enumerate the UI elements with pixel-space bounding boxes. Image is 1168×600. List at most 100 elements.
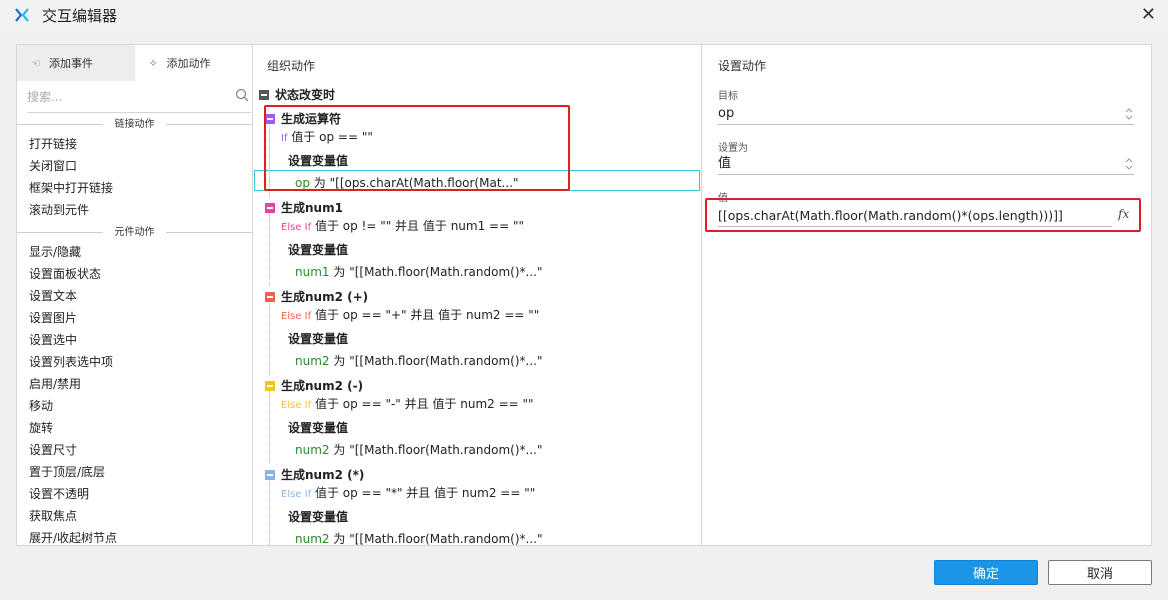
- variable-value: "[[Math.floor(Math.random()*...": [349, 354, 543, 368]
- variable-value: "[[Math.floor(Math.random()*...": [349, 532, 543, 545]
- list-item[interactable]: 启用/禁用: [17, 373, 252, 395]
- updown-icon[interactable]: [1124, 155, 1134, 173]
- configure-action-header: 设置动作: [718, 59, 767, 73]
- title-bar: 交互编辑器 ✕: [0, 0, 1168, 30]
- tree-guide: [269, 298, 270, 375]
- list-item[interactable]: 设置面板状态: [17, 263, 252, 285]
- search-box[interactable]: 搜索...: [27, 81, 251, 113]
- tab-add-action-label: 添加动作: [166, 57, 211, 70]
- organize-actions-header: 组织动作: [267, 59, 316, 73]
- list-item[interactable]: 设置列表选中项: [17, 351, 252, 373]
- target-select[interactable]: op: [718, 103, 1134, 125]
- condition-keyword: Else If: [281, 489, 312, 500]
- link-actions-list: 打开链接 关闭窗口 框架中打开链接 滚动到元件: [17, 133, 252, 221]
- collapse-icon[interactable]: [259, 90, 269, 100]
- case-row[interactable]: 生成num1: [265, 199, 343, 216]
- action-detail[interactable]: num1 为 "[[Math.floor(Math.random()*...": [295, 263, 543, 280]
- case-name: 生成num2 (-): [281, 379, 364, 393]
- list-item[interactable]: 设置尺寸: [17, 439, 252, 461]
- case-name: 生成num1: [281, 201, 343, 215]
- group-widget-label: 元件动作: [110, 227, 159, 238]
- search-input[interactable]: 搜索...: [27, 88, 62, 105]
- action-detail[interactable]: num2 为 "[[Math.floor(Math.random()*...": [295, 352, 543, 369]
- variable-value: "[[Math.floor(Math.random()*...": [349, 265, 543, 279]
- event-row[interactable]: 状态改变时: [259, 86, 335, 103]
- action-name[interactable]: 设置变量值: [288, 330, 348, 347]
- case-row[interactable]: 生成num2 (*): [265, 466, 364, 483]
- setas-label: 设置为: [718, 143, 748, 154]
- setas-value: 值: [718, 156, 732, 171]
- condition-text: 值于 op == "-" 并且 值于 num2 == "": [314, 397, 534, 411]
- tree-guide: [269, 476, 270, 545]
- setas-select[interactable]: 值: [718, 153, 1134, 175]
- collapse-icon[interactable]: [265, 203, 275, 213]
- configure-action-panel: 设置动作 目标 op 设置为 值 值 [[ops.charAt(Math.flo…: [702, 45, 1151, 545]
- list-item[interactable]: 设置文本: [17, 285, 252, 307]
- case-name: 生成num2 (*): [281, 468, 365, 482]
- case-condition: Else If 值于 op == "+" 并且 值于 num2 == "": [281, 306, 539, 323]
- organize-actions-panel: 组织动作 状态改变时 生成运算符 If 值于 op == "" 设置变量值 op…: [253, 45, 702, 545]
- action-detail[interactable]: num2 为 "[[Math.floor(Math.random()*...": [295, 441, 543, 458]
- assign-word: 为: [333, 443, 346, 457]
- list-item[interactable]: 获取焦点: [17, 505, 252, 527]
- condition-text: 值于 op != "" 并且 值于 num1 == "": [314, 219, 525, 233]
- variable-name: num2: [295, 532, 330, 545]
- tab-add-event[interactable]: ☜ 添加事件: [17, 45, 135, 81]
- list-item[interactable]: 移动: [17, 395, 252, 417]
- updown-icon[interactable]: [1124, 105, 1134, 123]
- tab-add-action[interactable]: ✧ 添加动作: [134, 45, 252, 81]
- list-item[interactable]: 显示/隐藏: [17, 241, 252, 263]
- condition-text: 值于 op == "*" 并且 值于 num2 == "": [314, 486, 536, 500]
- event-name: 状态改变时: [275, 88, 336, 102]
- variable-value: "[[Math.floor(Math.random()*...": [349, 443, 543, 457]
- ok-button[interactable]: 确定: [934, 560, 1038, 585]
- group-title-link-actions: 链接动作: [17, 115, 252, 133]
- tree-guide: [269, 387, 270, 464]
- list-item[interactable]: 展开/收起树节点: [17, 527, 252, 545]
- library-tabs: ☜ 添加事件 ✧ 添加动作: [17, 45, 252, 81]
- list-item[interactable]: 设置选中: [17, 329, 252, 351]
- case-row[interactable]: 生成num2 (-): [265, 377, 363, 394]
- group-title-widget-actions: 元件动作: [17, 223, 252, 241]
- editor-frame: ☜ 添加事件 ✧ 添加动作 搜索... 链接动作 打开链接 关闭窗口 框架中打开…: [16, 44, 1152, 546]
- condition-keyword: Else If: [281, 311, 312, 322]
- pointer-event-icon: ☜: [31, 56, 41, 70]
- variable-name: num2: [295, 443, 330, 457]
- collapse-icon[interactable]: [265, 470, 275, 480]
- collapse-icon[interactable]: [265, 292, 275, 302]
- action-detail[interactable]: num2 为 "[[Math.floor(Math.random()*...": [295, 530, 543, 545]
- cancel-button[interactable]: 取消: [1048, 560, 1152, 585]
- close-icon[interactable]: ✕: [1141, 5, 1156, 25]
- list-item[interactable]: 打开链接: [17, 133, 252, 155]
- case-condition: Else If 值于 op != "" 并且 值于 num1 == "": [281, 217, 524, 234]
- sparkle-action-icon: ✧: [148, 56, 158, 70]
- list-item[interactable]: 旋转: [17, 417, 252, 439]
- variable-name: num1: [295, 265, 330, 279]
- condition-keyword: Else If: [281, 222, 312, 233]
- list-item[interactable]: 关闭窗口: [17, 155, 252, 177]
- list-item[interactable]: 设置图片: [17, 307, 252, 329]
- assign-word: 为: [333, 265, 346, 279]
- action-name[interactable]: 设置变量值: [288, 419, 348, 436]
- red-annotation-box: [264, 105, 570, 191]
- action-name[interactable]: 设置变量值: [288, 241, 348, 258]
- window-title: 交互编辑器: [42, 6, 118, 25]
- collapse-icon[interactable]: [265, 381, 275, 391]
- action-name[interactable]: 设置变量值: [288, 508, 348, 525]
- case-row[interactable]: 生成num2 (+): [265, 288, 368, 305]
- assign-word: 为: [333, 354, 346, 368]
- list-item[interactable]: 设置不透明: [17, 483, 252, 505]
- case-condition: Else If 值于 op == "-" 并且 值于 num2 == "": [281, 395, 534, 412]
- list-item[interactable]: 框架中打开链接: [17, 177, 252, 199]
- search-icon[interactable]: [235, 88, 249, 102]
- condition-keyword: Else If: [281, 400, 312, 411]
- widget-actions-list: 显示/隐藏 设置面板状态 设置文本 设置图片 设置选中 设置列表选中项 启用/禁…: [17, 241, 252, 545]
- tree-guide: [269, 209, 270, 286]
- red-annotation-box: [705, 198, 1141, 232]
- target-value: op: [718, 106, 735, 121]
- action-library-panel: ☜ 添加事件 ✧ 添加动作 搜索... 链接动作 打开链接 关闭窗口 框架中打开…: [17, 45, 253, 545]
- case-condition: Else If 值于 op == "*" 并且 值于 num2 == "": [281, 484, 535, 501]
- list-item[interactable]: 滚动到元件: [17, 199, 252, 221]
- list-item[interactable]: 置于顶层/底层: [17, 461, 252, 483]
- condition-text: 值于 op == "+" 并且 值于 num2 == "": [314, 308, 540, 322]
